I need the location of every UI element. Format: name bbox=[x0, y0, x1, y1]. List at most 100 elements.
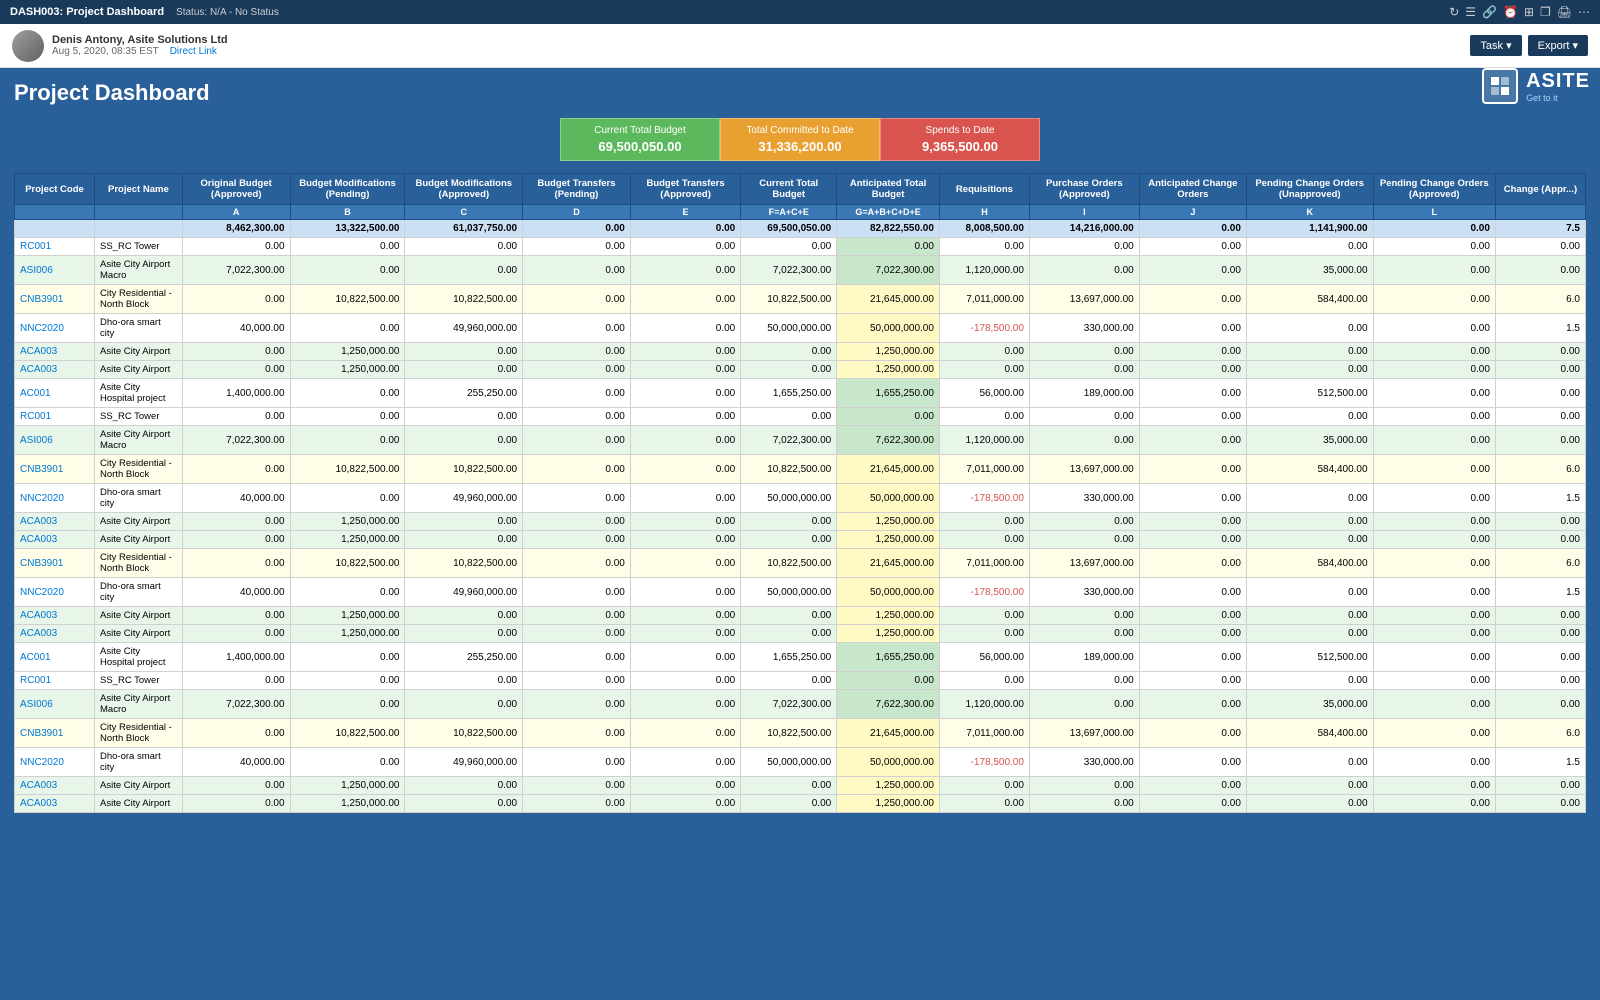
col-header-4: Budget Modifications (Approved) bbox=[405, 174, 523, 205]
list-icon[interactable]: ☰ bbox=[1465, 5, 1476, 19]
project-code[interactable]: AC001 bbox=[15, 379, 95, 408]
cell-1-3: 0.00 bbox=[523, 256, 631, 285]
cell-19-3: 0.00 bbox=[523, 690, 631, 719]
cell-13-10: 584,400.00 bbox=[1246, 549, 1373, 578]
col-letter-10: I bbox=[1029, 205, 1139, 220]
table-row: ASI006Asite City Airport Macro7,022,300.… bbox=[15, 426, 1586, 455]
cell-16-9: 0.00 bbox=[1139, 625, 1246, 643]
avatar bbox=[12, 30, 44, 62]
task-button[interactable]: Task ▾ bbox=[1470, 35, 1521, 56]
cell-19-12: 0.00 bbox=[1495, 690, 1585, 719]
cell-16-11: 0.00 bbox=[1373, 625, 1495, 643]
project-name: City Residential - North Block bbox=[95, 285, 183, 314]
direct-link[interactable]: Direct Link bbox=[170, 46, 217, 57]
cell-2-10: 584,400.00 bbox=[1246, 285, 1373, 314]
total-cell-8: 14,216,000.00 bbox=[1029, 220, 1139, 238]
project-code[interactable]: NNC2020 bbox=[15, 748, 95, 777]
cell-0-7: 0.00 bbox=[939, 238, 1029, 256]
project-code[interactable]: NNC2020 bbox=[15, 578, 95, 607]
cell-14-9: 0.00 bbox=[1139, 578, 1246, 607]
table-wrapper[interactable]: Project CodeProject NameOriginal Budget … bbox=[14, 173, 1586, 813]
project-name: Asite City Airport bbox=[95, 607, 183, 625]
more-icon[interactable]: ⋯ bbox=[1578, 5, 1590, 19]
total-code bbox=[15, 220, 95, 238]
project-code[interactable]: CNB3901 bbox=[15, 549, 95, 578]
cell-10-1: 0.00 bbox=[290, 484, 405, 513]
cell-23-2: 0.00 bbox=[405, 795, 523, 813]
project-code[interactable]: ASI006 bbox=[15, 426, 95, 455]
project-code[interactable]: ACA003 bbox=[15, 361, 95, 379]
total-cell-11: 0.00 bbox=[1373, 220, 1495, 238]
copy-icon[interactable]: ❐ bbox=[1540, 5, 1551, 19]
cell-12-7: 0.00 bbox=[939, 531, 1029, 549]
project-code[interactable]: RC001 bbox=[15, 408, 95, 426]
cell-16-10: 0.00 bbox=[1246, 625, 1373, 643]
cell-15-7: 0.00 bbox=[939, 607, 1029, 625]
cell-11-6: 1,250,000.00 bbox=[837, 513, 940, 531]
print-icon[interactable]: 🖨 bbox=[1557, 5, 1572, 19]
cell-20-5: 10,822,500.00 bbox=[741, 719, 837, 748]
cell-5-3: 0.00 bbox=[523, 361, 631, 379]
project-code[interactable]: AC001 bbox=[15, 643, 95, 672]
project-name: Asite City Airport bbox=[95, 513, 183, 531]
col-header-5: Budget Transfers (Pending) bbox=[523, 174, 631, 205]
cell-8-5: 7,022,300.00 bbox=[741, 426, 837, 455]
cell-5-10: 0.00 bbox=[1246, 361, 1373, 379]
project-code[interactable]: ACA003 bbox=[15, 777, 95, 795]
cell-8-1: 0.00 bbox=[290, 426, 405, 455]
clock-icon[interactable]: ⏰ bbox=[1503, 5, 1518, 19]
project-code[interactable]: ACA003 bbox=[15, 625, 95, 643]
project-code[interactable]: ACA003 bbox=[15, 531, 95, 549]
total-name bbox=[95, 220, 183, 238]
user-details: Denis Antony, Asite Solutions Ltd Aug 5,… bbox=[52, 34, 228, 57]
cell-1-9: 0.00 bbox=[1139, 256, 1246, 285]
cell-20-8: 13,697,000.00 bbox=[1029, 719, 1139, 748]
grid-icon[interactable]: ⊞ bbox=[1524, 5, 1534, 19]
project-code[interactable]: ASI006 bbox=[15, 690, 95, 719]
cell-14-4: 0.00 bbox=[630, 578, 740, 607]
cell-11-9: 0.00 bbox=[1139, 513, 1246, 531]
refresh-icon[interactable]: ↻ bbox=[1449, 5, 1459, 19]
col-letter-3: B bbox=[290, 205, 405, 220]
export-button[interactable]: Export ▾ bbox=[1528, 35, 1588, 56]
cell-5-5: 0.00 bbox=[741, 361, 837, 379]
cell-3-9: 0.00 bbox=[1139, 314, 1246, 343]
cell-16-7: 0.00 bbox=[939, 625, 1029, 643]
logo-tagline: Get to it bbox=[1526, 93, 1590, 103]
link-icon[interactable]: 🔗 bbox=[1482, 5, 1497, 19]
cell-20-11: 0.00 bbox=[1373, 719, 1495, 748]
project-code[interactable]: NNC2020 bbox=[15, 484, 95, 513]
cell-5-1: 1,250,000.00 bbox=[290, 361, 405, 379]
project-code[interactable]: CNB3901 bbox=[15, 285, 95, 314]
cell-15-10: 0.00 bbox=[1246, 607, 1373, 625]
cell-10-9: 0.00 bbox=[1139, 484, 1246, 513]
project-code[interactable]: ACA003 bbox=[15, 343, 95, 361]
project-code[interactable]: NNC2020 bbox=[15, 314, 95, 343]
project-code[interactable]: RC001 bbox=[15, 238, 95, 256]
cell-0-0: 0.00 bbox=[182, 238, 290, 256]
cell-11-12: 0.00 bbox=[1495, 513, 1585, 531]
project-code[interactable]: CNB3901 bbox=[15, 719, 95, 748]
cell-12-6: 1,250,000.00 bbox=[837, 531, 940, 549]
cell-21-3: 0.00 bbox=[523, 748, 631, 777]
cell-10-11: 0.00 bbox=[1373, 484, 1495, 513]
project-code[interactable]: CNB3901 bbox=[15, 455, 95, 484]
col-header-0: Project Code bbox=[15, 174, 95, 205]
cell-3-1: 0.00 bbox=[290, 314, 405, 343]
cell-9-2: 10,822,500.00 bbox=[405, 455, 523, 484]
cell-18-4: 0.00 bbox=[630, 672, 740, 690]
project-code[interactable]: ACA003 bbox=[15, 795, 95, 813]
cell-13-9: 0.00 bbox=[1139, 549, 1246, 578]
col-letter-5: D bbox=[523, 205, 631, 220]
project-code[interactable]: ACA003 bbox=[15, 607, 95, 625]
cell-1-8: 0.00 bbox=[1029, 256, 1139, 285]
project-code[interactable]: ACA003 bbox=[15, 513, 95, 531]
cell-14-5: 50,000,000.00 bbox=[741, 578, 837, 607]
cell-1-5: 7,022,300.00 bbox=[741, 256, 837, 285]
col-letter-11: J bbox=[1139, 205, 1246, 220]
summary-card: Spends to Date 9,365,500.00 bbox=[880, 118, 1040, 161]
table-row: NNC2020Dho-ora smart city40,000.000.0049… bbox=[15, 484, 1586, 513]
cell-17-6: 1,655,250.00 bbox=[837, 643, 940, 672]
project-code[interactable]: ASI006 bbox=[15, 256, 95, 285]
project-code[interactable]: RC001 bbox=[15, 672, 95, 690]
